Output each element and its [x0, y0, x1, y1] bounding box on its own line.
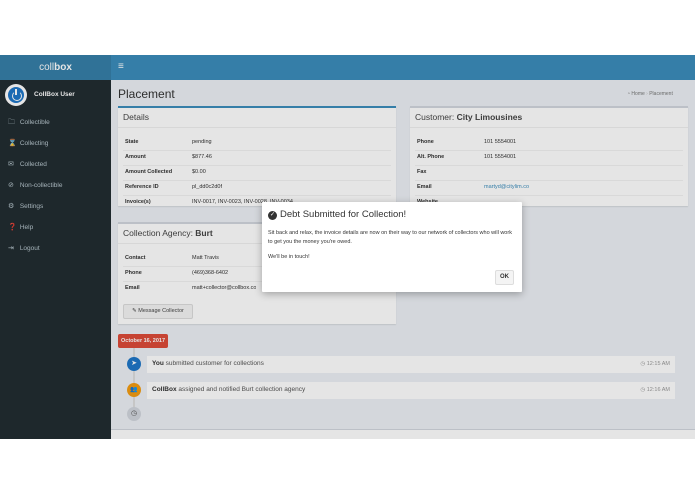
check-circle-icon: ✓	[268, 211, 277, 220]
modal-title: ✓ Debt Submitted for Collection!	[268, 209, 406, 220]
success-modal: ✓ Debt Submitted for Collection! Sit back…	[262, 202, 522, 292]
modal-title-text: Debt Submitted for Collection!	[280, 209, 407, 220]
ok-button[interactable]: OK	[495, 270, 514, 285]
modal-message: Sit back and relax, the invoice details …	[268, 230, 512, 245]
modal-body: Sit back and relax, the invoice details …	[268, 229, 518, 269]
modal-signoff: We'll be in touch!	[268, 254, 310, 260]
app-window: collbox ≡ CollBox User 🗀 Collectible ⌛ C…	[0, 55, 695, 439]
